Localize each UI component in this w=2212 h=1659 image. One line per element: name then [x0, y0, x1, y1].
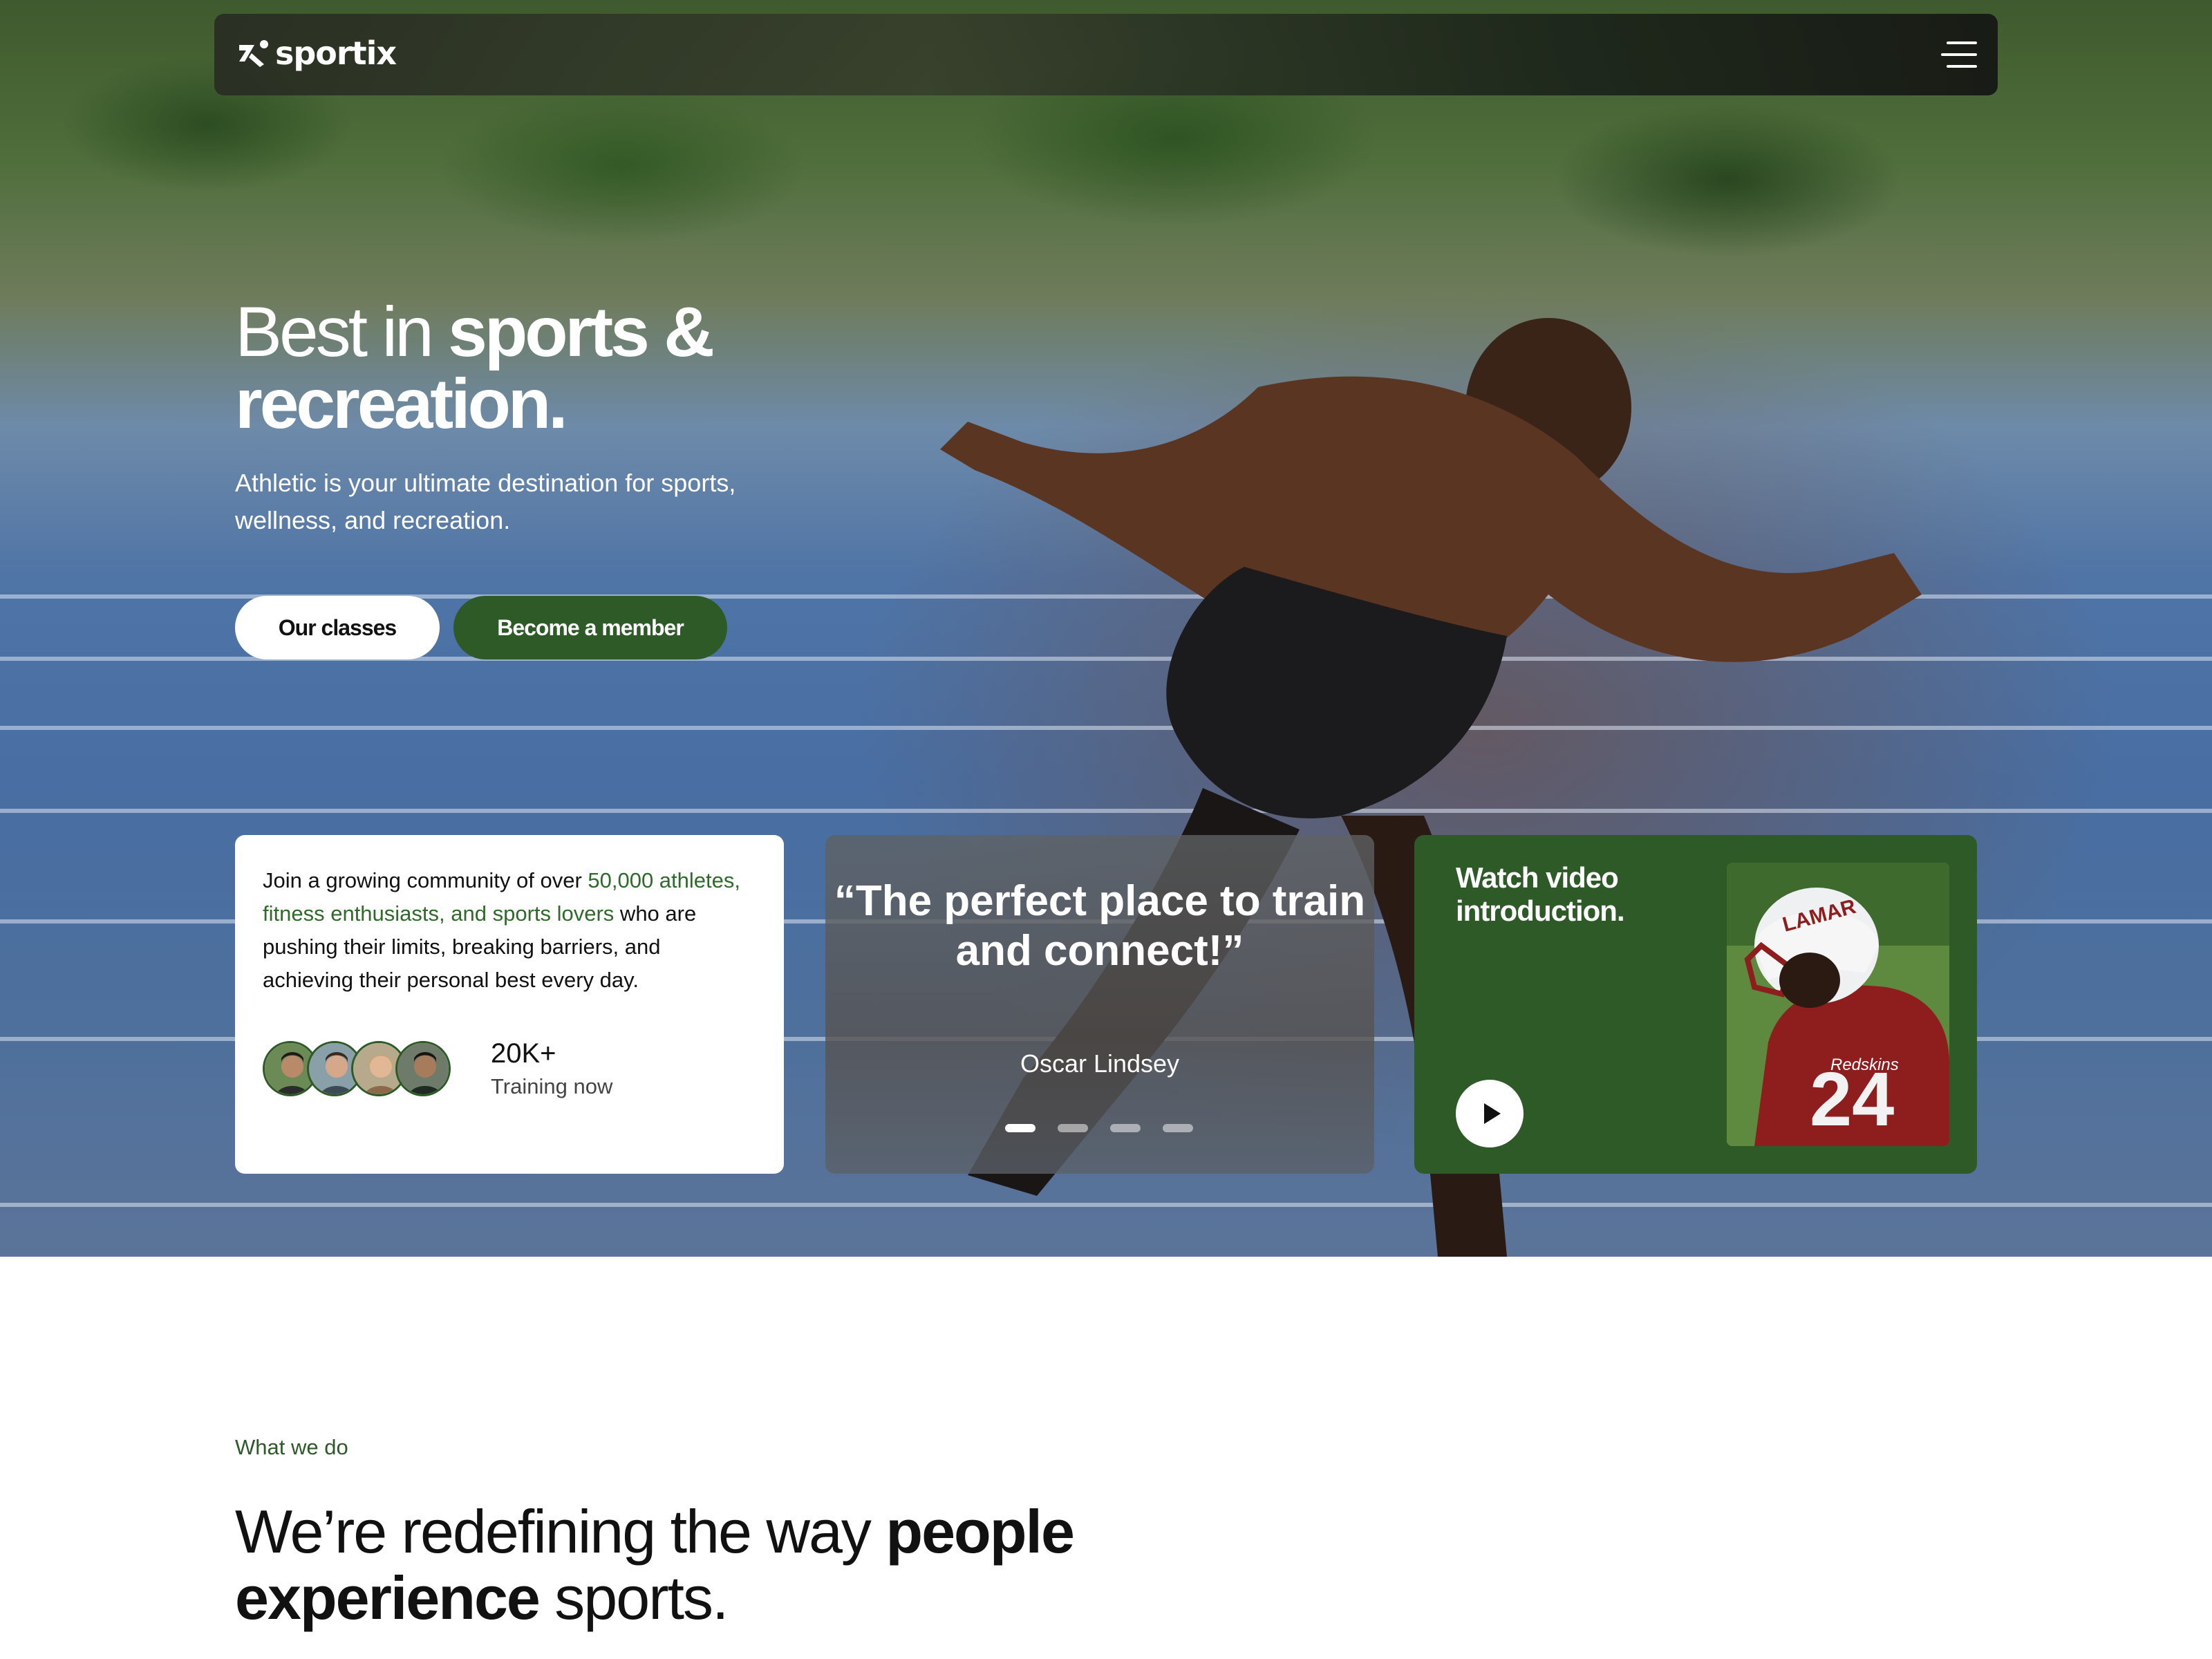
sportix-logo-icon	[239, 40, 268, 67]
community-card: Join a growing community of over 50,000 …	[235, 835, 784, 1174]
testimonial-author: Oscar Lindsey	[1020, 1049, 1180, 1078]
svg-text:24: 24	[1810, 1057, 1894, 1142]
carousel-dot-3[interactable]	[1110, 1124, 1141, 1132]
video-thumbnail[interactable]: Redskins 24 LAMAR	[1727, 863, 1949, 1146]
community-description: Join a growing community of over 50,000 …	[263, 864, 747, 997]
football-player-image: Redskins 24 LAMAR	[1727, 863, 1949, 1146]
member-avatars	[263, 1041, 463, 1100]
hero-headline: Best in sports & recreation.	[235, 296, 995, 440]
community-text-start: Join a growing community of over	[263, 868, 588, 892]
carousel-dots	[1005, 1124, 1194, 1132]
carousel-dot-4[interactable]	[1163, 1124, 1193, 1132]
section-title-start: We’re redefining the way	[235, 1497, 886, 1566]
our-classes-button[interactable]: Our classes	[235, 596, 440, 659]
play-video-button[interactable]	[1456, 1080, 1524, 1147]
testimonial-card: “The perfect place to train and connect!…	[825, 835, 1374, 1174]
video-title: Watch video introduction.	[1456, 861, 1625, 927]
carousel-dot-2[interactable]	[1058, 1124, 1088, 1132]
brand-logo[interactable]: sportix	[236, 35, 397, 72]
section-title-end: sports.	[538, 1564, 729, 1632]
headline-light-text: Best in	[235, 292, 449, 371]
testimonial-quote: “The perfect place to train and connect!…	[834, 877, 1366, 975]
avatar	[395, 1041, 451, 1096]
training-label: Training now	[491, 1074, 613, 1098]
play-icon	[1484, 1103, 1501, 1124]
hero-section: sportix Best in sports & recreation. Ath…	[0, 0, 2212, 1257]
carousel-dot-1[interactable]	[1005, 1124, 1035, 1132]
become-member-button[interactable]: Become a member	[453, 596, 727, 659]
brand-name: sportix	[275, 35, 397, 72]
headline-bold-text-2: recreation.	[235, 364, 568, 443]
section-title: We’re redefining the way people experien…	[235, 1499, 1341, 1631]
top-navbar: sportix	[214, 14, 1998, 95]
hamburger-menu-icon[interactable]	[1941, 39, 1977, 71]
headline-bold-text: sports &	[448, 292, 715, 371]
video-intro-card: Watch video introduction. Redskins 24 LA…	[1414, 835, 1977, 1174]
training-count: 20K+	[491, 1038, 556, 1069]
section-eyebrow: What we do	[235, 1435, 348, 1459]
hero-subtext: Athletic is your ultimate destination fo…	[235, 469, 736, 534]
